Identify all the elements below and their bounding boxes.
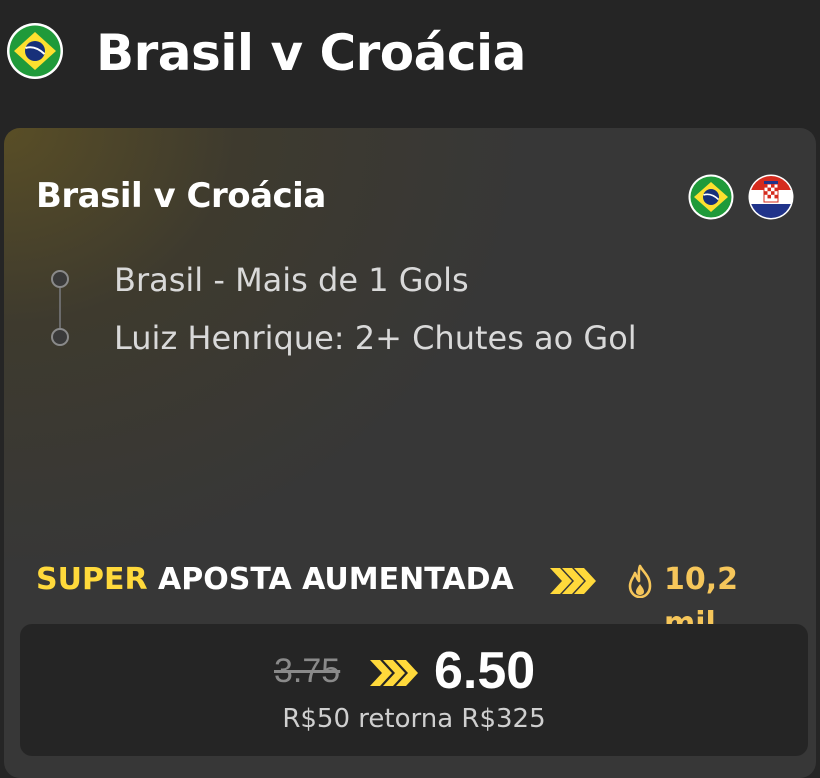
page-title: Brasil v Croácia	[96, 24, 526, 82]
double-chevron-right-icon	[370, 660, 418, 686]
bet-leg-2: Luiz Henrique: 2+ Chutes ao Gol	[114, 319, 637, 357]
brazil-flag-icon	[7, 23, 63, 79]
potential-return: R$50 retorna R$325	[282, 704, 546, 734]
page-header: Brasil v Croácia	[0, 0, 820, 110]
double-chevron-right-icon	[550, 568, 596, 594]
bet-leg-1: Brasil - Mais de 1 Gols	[114, 261, 469, 299]
super-boost-banner: SUPER APOSTA AUMENTADA 10,2 mil	[36, 558, 796, 641]
original-odds: 3.75	[274, 652, 341, 690]
leg-bullet-icon	[51, 270, 69, 288]
match-title: Brasil v Croácia	[36, 176, 326, 216]
leg-bullet-icon	[51, 328, 69, 346]
bet-card[interactable]: Brasil v Croácia Brasil - Mais de 1 Gols…	[4, 128, 816, 778]
boosted-odds: 6.50	[434, 642, 536, 700]
odds-button[interactable]: 3.75 6.50 R$50 retorna R$325	[20, 624, 808, 756]
brazil-flag-icon	[688, 174, 734, 220]
boost-label: APOSTA AUMENTADA	[158, 562, 514, 597]
boost-super-label: SUPER	[36, 562, 148, 597]
bet-legs-list: Brasil - Mais de 1 Gols Luiz Henrique: 2…	[42, 258, 742, 358]
fire-icon	[628, 564, 652, 598]
croatia-flag-icon	[748, 174, 794, 220]
